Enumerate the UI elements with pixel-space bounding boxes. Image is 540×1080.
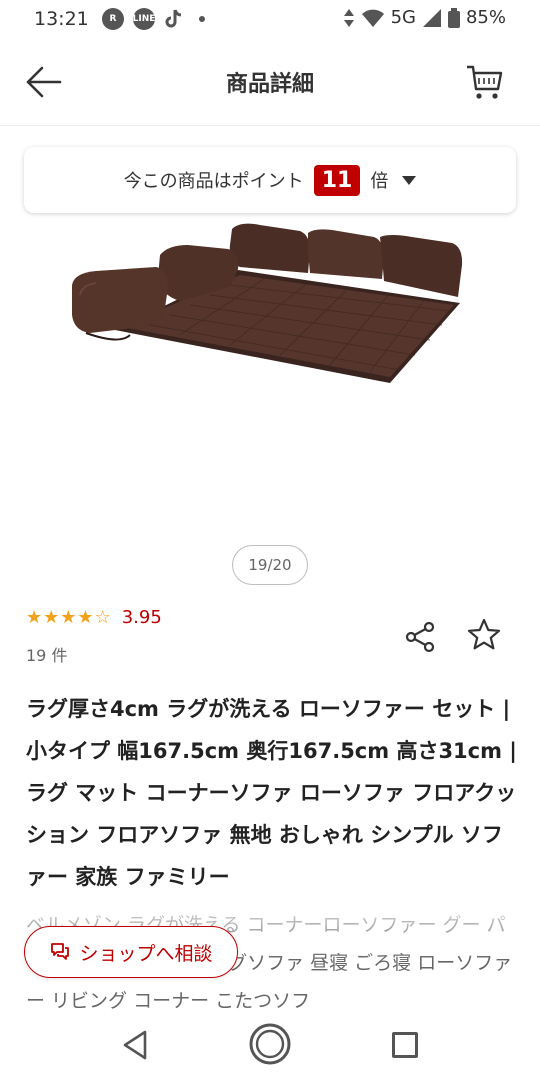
system-nav-bar [0, 1016, 540, 1080]
home-circle-icon [249, 1023, 291, 1065]
signal-icon [422, 8, 441, 27]
line-icon: LINE [133, 8, 155, 30]
shop-consult-label: ショップへ相談 [79, 942, 213, 965]
star-empty-icon: ☆ [94, 606, 111, 628]
image-counter: 19/20 [232, 545, 308, 585]
system-status-icons: 5G 85% [343, 7, 506, 28]
points-multiplier-badge: 11 [313, 164, 361, 196]
tiktok-icon [165, 9, 182, 28]
network-label: 5G [390, 7, 416, 28]
share-button[interactable] [402, 619, 438, 655]
dot-icon [199, 16, 205, 22]
arrow-left-icon [26, 66, 62, 98]
star-filled-icon: ★ [60, 606, 77, 628]
nav-back-button[interactable] [120, 1028, 150, 1062]
rating-row[interactable]: ★ ★ ★ ★ ☆ 3.95 [26, 607, 162, 628]
page-title: 商品詳細 [225, 72, 314, 97]
nav-home-button[interactable] [248, 1022, 292, 1066]
shop-consult-button[interactable]: ショップへ相談 [24, 926, 238, 978]
status-time: 13:21 [34, 8, 89, 30]
status-bar: 13:21 R LINE 5G 85% [0, 0, 540, 38]
share-icon [405, 621, 435, 653]
chat-bubbles-icon [51, 943, 70, 960]
battery-label: 85% [465, 7, 506, 28]
back-button[interactable] [22, 62, 64, 102]
caret-down-icon [402, 175, 417, 185]
cart-button[interactable] [464, 62, 504, 102]
product-image[interactable] [60, 215, 480, 395]
star-filled-icon: ★ [77, 606, 94, 628]
rakuten-link-icon: R [102, 8, 124, 30]
product-title: ラグ厚さ4cm ラグが洗える ローソファー セット | 小タイプ 幅167.5c… [26, 697, 517, 889]
data-arrows-icon [343, 8, 354, 27]
star-outline-icon [467, 618, 501, 650]
points-suffix: 倍 [370, 171, 389, 192]
review-count[interactable]: 19 件 [26, 642, 67, 666]
app-header: 商品詳細 [0, 38, 540, 126]
points-prefix: 今この商品はポイント [123, 171, 304, 192]
nav-recents-button[interactable] [392, 1032, 418, 1058]
star-filled-icon: ★ [26, 606, 43, 628]
points-banner[interactable]: 今この商品はポイント 11 倍 [24, 147, 516, 213]
star-filled-icon: ★ [43, 606, 60, 628]
notification-icons: R LINE [102, 8, 205, 30]
triangle-back-icon [123, 1030, 147, 1060]
wifi-icon [361, 9, 384, 27]
sofa-image [72, 223, 463, 383]
favorite-button[interactable] [466, 617, 502, 653]
battery-icon [447, 7, 460, 28]
rating-value: 3.95 [121, 607, 162, 628]
cart-icon [467, 65, 503, 99]
